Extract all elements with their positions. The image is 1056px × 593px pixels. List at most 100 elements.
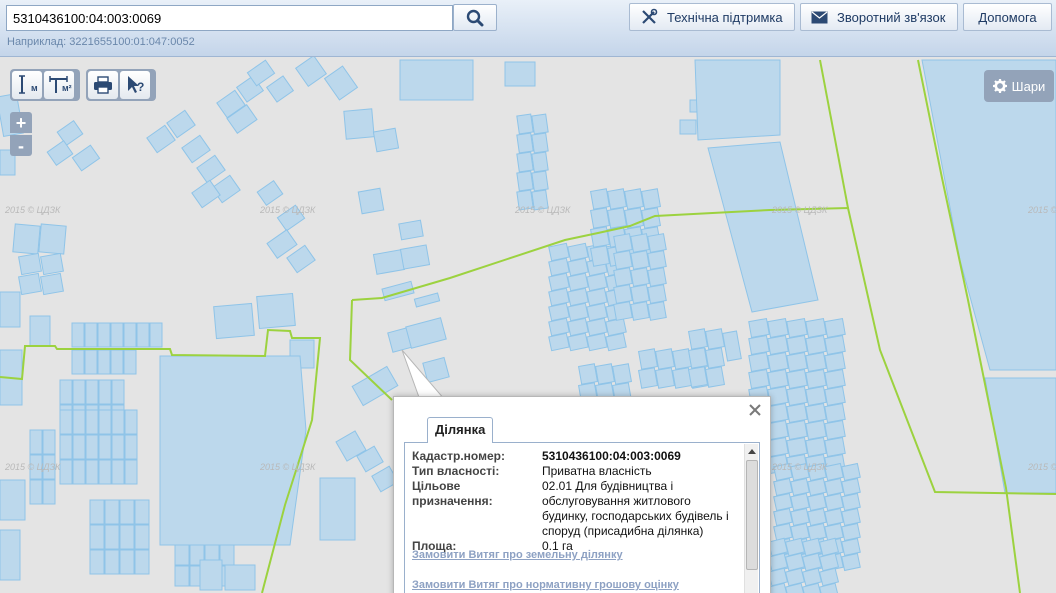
parcel[interactable] (72, 379, 86, 405)
parcel[interactable] (97, 349, 111, 375)
parcel[interactable] (704, 347, 726, 369)
parcel[interactable] (647, 284, 667, 304)
parcel[interactable] (605, 332, 627, 352)
parcel[interactable] (577, 363, 599, 385)
parcel[interactable] (134, 524, 150, 550)
parcel[interactable] (586, 332, 608, 352)
parcel[interactable] (531, 170, 549, 192)
parcel[interactable] (372, 127, 400, 153)
parcel[interactable] (504, 61, 536, 87)
parcel[interactable] (224, 564, 256, 591)
parcel[interactable] (516, 113, 534, 135)
tab-parcel[interactable]: Ділянка (427, 417, 494, 443)
parcel[interactable] (516, 132, 534, 154)
parcel[interactable] (40, 252, 64, 276)
help-button[interactable]: Допомога (963, 3, 1052, 31)
parcel[interactable] (111, 434, 125, 460)
scroll-up-icon[interactable] (746, 446, 758, 458)
parcel[interactable] (134, 499, 150, 525)
feedback-button[interactable]: Зворотний зв'язок (800, 3, 958, 31)
order-valuation-extract-link[interactable]: Замовити Витяг про нормативну грошову оц… (412, 579, 679, 591)
parcel[interactable] (29, 429, 43, 455)
parcel[interactable] (174, 544, 190, 566)
parcel[interactable] (123, 349, 137, 375)
parcel[interactable] (97, 322, 111, 348)
parcel[interactable] (841, 552, 861, 572)
parcel[interactable] (123, 322, 137, 348)
parcel[interactable] (85, 379, 99, 405)
parcel[interactable] (630, 233, 650, 253)
parcel[interactable] (72, 459, 86, 485)
parcel[interactable] (824, 402, 846, 424)
parcel[interactable] (199, 559, 223, 591)
parcel[interactable] (12, 223, 41, 255)
parcel[interactable] (85, 459, 99, 485)
parcel[interactable] (110, 322, 124, 348)
parcel[interactable] (687, 328, 709, 350)
parcel[interactable] (0, 291, 21, 328)
search-button[interactable] (453, 4, 497, 31)
parcel[interactable] (805, 436, 827, 458)
parcel[interactable] (613, 250, 633, 270)
scroll-thumb[interactable] (746, 460, 758, 570)
parcel[interactable] (111, 409, 125, 435)
parcel[interactable] (531, 151, 549, 173)
parcel[interactable] (630, 301, 650, 321)
parcel[interactable] (613, 284, 633, 304)
parcel[interactable] (124, 459, 138, 485)
layers-button[interactable]: Шари (984, 70, 1054, 102)
parcel[interactable] (824, 334, 846, 356)
parcel[interactable] (805, 334, 827, 356)
parcel[interactable] (613, 267, 633, 287)
parcel[interactable] (647, 250, 667, 270)
parcel[interactable] (119, 499, 135, 525)
parcel[interactable] (687, 366, 709, 388)
parcel[interactable] (824, 368, 846, 390)
parcel[interactable] (824, 419, 846, 441)
order-parcel-extract-link[interactable]: Замовити Витяг про земельну ділянку (412, 549, 623, 561)
parcel[interactable] (630, 250, 650, 270)
parcel[interactable] (531, 113, 549, 135)
parcel[interactable] (805, 385, 827, 407)
close-icon[interactable] (748, 403, 762, 417)
parcel[interactable] (98, 409, 112, 435)
parcel[interactable] (767, 368, 789, 390)
parcel[interactable] (174, 565, 190, 587)
parcel[interactable] (104, 549, 120, 575)
measure-length-button[interactable]: м (12, 71, 42, 99)
identify-button[interactable]: ? (120, 71, 150, 99)
parcel[interactable] (606, 207, 628, 229)
parcel[interactable] (637, 367, 659, 389)
parcel[interactable] (687, 347, 709, 369)
parcel[interactable] (748, 351, 770, 373)
parcel[interactable] (786, 334, 808, 356)
parcel[interactable] (124, 409, 138, 435)
parcel[interactable] (589, 245, 611, 267)
parcel[interactable] (18, 272, 42, 296)
parcel[interactable] (767, 317, 789, 339)
parcel[interactable] (111, 379, 125, 405)
parcel[interactable] (72, 434, 86, 460)
parcel[interactable] (704, 366, 726, 388)
parcel[interactable] (824, 351, 846, 373)
parcel[interactable] (748, 334, 770, 356)
parcel[interactable] (786, 368, 808, 390)
parcel[interactable] (38, 223, 67, 255)
parcel[interactable] (548, 332, 570, 352)
parcel[interactable] (805, 368, 827, 390)
parcel[interactable] (399, 244, 431, 270)
parcel[interactable] (824, 385, 846, 407)
parcel[interactable] (89, 524, 105, 550)
parcel[interactable] (647, 233, 667, 253)
parcel[interactable] (531, 132, 549, 154)
parcel[interactable] (516, 151, 534, 173)
parcel[interactable] (748, 317, 770, 339)
parcel[interactable] (805, 402, 827, 424)
parcel[interactable] (84, 322, 98, 348)
parcel[interactable] (85, 434, 99, 460)
parcel[interactable] (398, 219, 424, 241)
parcel[interactable] (613, 233, 633, 253)
zoom-out-button[interactable]: - (10, 135, 32, 156)
parcel[interactable] (42, 429, 56, 455)
parcel[interactable] (149, 322, 163, 348)
